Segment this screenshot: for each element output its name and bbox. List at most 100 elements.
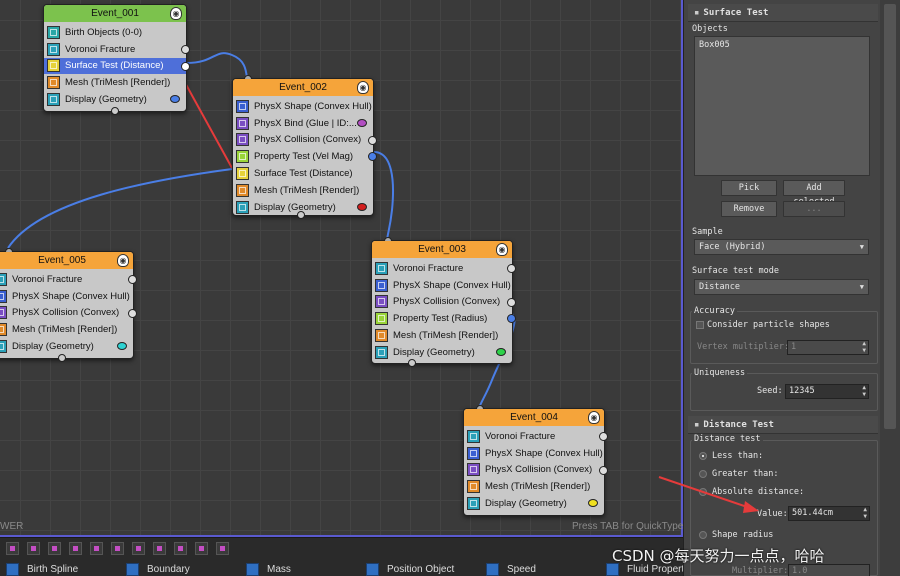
operator-physx-collision[interactable]: PhysX Collision (Convex) <box>372 294 516 311</box>
event-005-node[interactable]: Event_005 ◉ Voronoi Fracture PhysX Shape… <box>0 248 137 362</box>
depot-item-mass[interactable]: Mass <box>246 562 291 576</box>
lightbulb-icon[interactable]: ◉ <box>588 411 600 424</box>
object-item[interactable]: Box005 <box>699 40 730 50</box>
distance-value-spinner[interactable]: 501.44cm ▲ ▼ <box>788 506 870 521</box>
ellipsis-button[interactable]: ... <box>783 201 845 217</box>
operator-birth-objects[interactable]: Birth Objects (0-0) <box>44 24 186 41</box>
operator-voronoi-fracture[interactable]: Voronoi Fracture <box>372 260 516 277</box>
surface-test-mode-dropdown[interactable]: Distance ▼ <box>694 279 869 295</box>
tool-icon-7[interactable] <box>132 542 145 555</box>
event-004-header[interactable]: Event_004 ◉ <box>464 409 604 426</box>
multiplier-value: 1.0 <box>792 566 808 576</box>
depot-item-position-object[interactable]: Position Object <box>366 562 454 576</box>
output-port[interactable] <box>181 61 190 71</box>
depot-item-birth-spline[interactable]: Birth Spline <box>6 562 78 576</box>
add-selected-button[interactable]: Add selected <box>783 180 845 207</box>
operator-mesh[interactable]: Mesh (TriMesh [Render]) <box>44 74 186 91</box>
tool-icon-6[interactable] <box>111 542 124 555</box>
tool-icon-3[interactable] <box>48 542 61 555</box>
display-color-swatch[interactable] <box>117 342 127 351</box>
event-001-node[interactable]: Event_001 ◉ Birth Objects (0-0) Voronoi … <box>43 4 190 115</box>
tool-icon-2[interactable] <box>27 542 40 555</box>
output-port[interactable] <box>599 432 608 441</box>
panel-scrollbar-thumb[interactable] <box>884 4 896 429</box>
node-output-port[interactable] <box>111 107 119 115</box>
tool-icon-9[interactable] <box>174 542 187 555</box>
absolute-distance-radio[interactable] <box>699 488 707 496</box>
operator-voronoi-fracture[interactable]: Voronoi Fracture <box>464 428 608 445</box>
tool-icon-8[interactable] <box>153 542 166 555</box>
tool-icon-4[interactable] <box>69 542 82 555</box>
operator-voronoi-fracture[interactable]: Voronoi Fracture <box>0 271 137 288</box>
surface-test-rollout-title[interactable]: Surface Test <box>688 4 878 22</box>
operator-property-test[interactable]: Property Test (Radius) <box>372 310 516 327</box>
tool-icon-10[interactable] <box>195 542 208 555</box>
operator-mesh[interactable]: Mesh (TriMesh [Render]) <box>0 321 133 338</box>
node-output-port[interactable] <box>408 359 416 367</box>
less-than-radio[interactable] <box>699 452 707 460</box>
operator-mesh[interactable]: Mesh (TriMesh [Render]) <box>233 182 373 199</box>
tool-icon-5[interactable] <box>90 542 103 555</box>
node-output-port[interactable] <box>297 211 305 219</box>
operator-physx-shape[interactable]: PhysX Shape (Convex Hull) <box>464 445 604 462</box>
depot-item-boundary[interactable]: Boundary <box>126 562 190 576</box>
event-002-node[interactable]: Event_002 ◉ PhysX Shape (Convex Hull) Ph… <box>232 75 377 219</box>
sample-dropdown[interactable]: Face (Hybrid) ▼ <box>694 239 869 255</box>
operator-property-test[interactable]: Property Test (Vel Mag) <box>233 148 377 165</box>
distance-test-rollout-title[interactable]: Distance Test <box>688 416 878 434</box>
event-004-node[interactable]: Event_004 ◉ Voronoi Fracture PhysX Shape… <box>463 405 608 516</box>
operator-physx-collision[interactable]: PhysX Collision (Convex) <box>233 132 377 149</box>
operator-mesh[interactable]: Mesh (TriMesh [Render]) <box>372 327 512 344</box>
output-port[interactable] <box>128 275 137 284</box>
event-002-header[interactable]: Event_002 ◉ <box>233 79 373 96</box>
output-port[interactable] <box>181 44 190 54</box>
operator-physx-shape[interactable]: PhysX Shape (Convex Hull) <box>0 288 133 305</box>
event-005-header[interactable]: Event_005 ◉ <box>0 252 133 269</box>
operator-display[interactable]: Display (Geometry) <box>44 91 186 108</box>
output-port[interactable] <box>128 308 137 318</box>
operator-display[interactable]: Display (Geometry) <box>372 344 512 361</box>
operator-voronoi-fracture[interactable]: Voronoi Fracture <box>44 41 190 58</box>
display-color-swatch[interactable] <box>588 499 598 508</box>
operator-physx-collision[interactable]: PhysX Collision (Convex) <box>464 462 608 479</box>
output-port[interactable] <box>507 264 516 273</box>
lightbulb-icon[interactable]: ◉ <box>496 243 508 256</box>
node-output-port[interactable] <box>58 354 66 362</box>
output-port[interactable] <box>507 297 516 307</box>
operator-surface-test[interactable]: Surface Test (Distance) <box>233 165 373 182</box>
remove-button[interactable]: Remove <box>721 201 777 217</box>
event-001-header[interactable]: Event_001 ◉ <box>44 5 186 22</box>
operator-label: PhysX Collision (Convex) <box>254 134 362 146</box>
event-003-node[interactable]: Event_003 ◉ Voronoi Fracture PhysX Shape… <box>371 237 516 367</box>
vertex-multiplier-spinner[interactable]: 1 ▲ ▼ <box>787 340 869 355</box>
operator-physx-collision[interactable]: PhysX Collision (Convex) <box>0 305 137 322</box>
event-003-header[interactable]: Event_003 ◉ <box>372 241 512 258</box>
display-color-swatch[interactable] <box>357 202 367 211</box>
operator-physx-shape[interactable]: PhysX Shape (Convex Hull) <box>233 98 373 115</box>
output-port[interactable] <box>368 135 377 145</box>
lightbulb-icon[interactable]: ◉ <box>117 254 129 267</box>
operator-display[interactable]: Display (Geometry) <box>0 338 133 355</box>
objects-listbox[interactable]: Box005 <box>694 36 870 176</box>
pick-button[interactable]: Pick <box>721 180 777 196</box>
operator-surface-test[interactable]: Surface Test (Distance) <box>44 57 190 75</box>
output-port[interactable] <box>599 465 608 475</box>
operator-physx-bind[interactable]: PhysX Bind (Glue | ID:... <box>233 115 373 132</box>
shape-radius-radio[interactable] <box>699 531 707 539</box>
tool-icon-1[interactable] <box>6 542 19 555</box>
lightbulb-icon[interactable]: ◉ <box>357 81 369 94</box>
operator-mesh[interactable]: Mesh (TriMesh [Render]) <box>464 478 604 495</box>
tool-icon-11[interactable] <box>216 542 229 555</box>
display-color-swatch[interactable] <box>170 95 180 104</box>
greater-than-radio[interactable] <box>699 470 707 478</box>
depot-item-speed[interactable]: Speed <box>486 562 536 576</box>
consider-shapes-checkbox[interactable] <box>696 321 704 329</box>
display-color-swatch[interactable] <box>496 347 506 356</box>
surface-test-icon <box>236 167 249 181</box>
operator-physx-shape[interactable]: PhysX Shape (Convex Hull) <box>372 277 512 294</box>
seed-spinner[interactable]: 12345 ▲ ▼ <box>785 384 869 399</box>
lightbulb-icon[interactable]: ◉ <box>170 7 182 20</box>
physx-shape-icon <box>0 289 7 303</box>
operator-display[interactable]: Display (Geometry) <box>464 495 604 512</box>
bind-color-swatch[interactable] <box>357 118 367 127</box>
